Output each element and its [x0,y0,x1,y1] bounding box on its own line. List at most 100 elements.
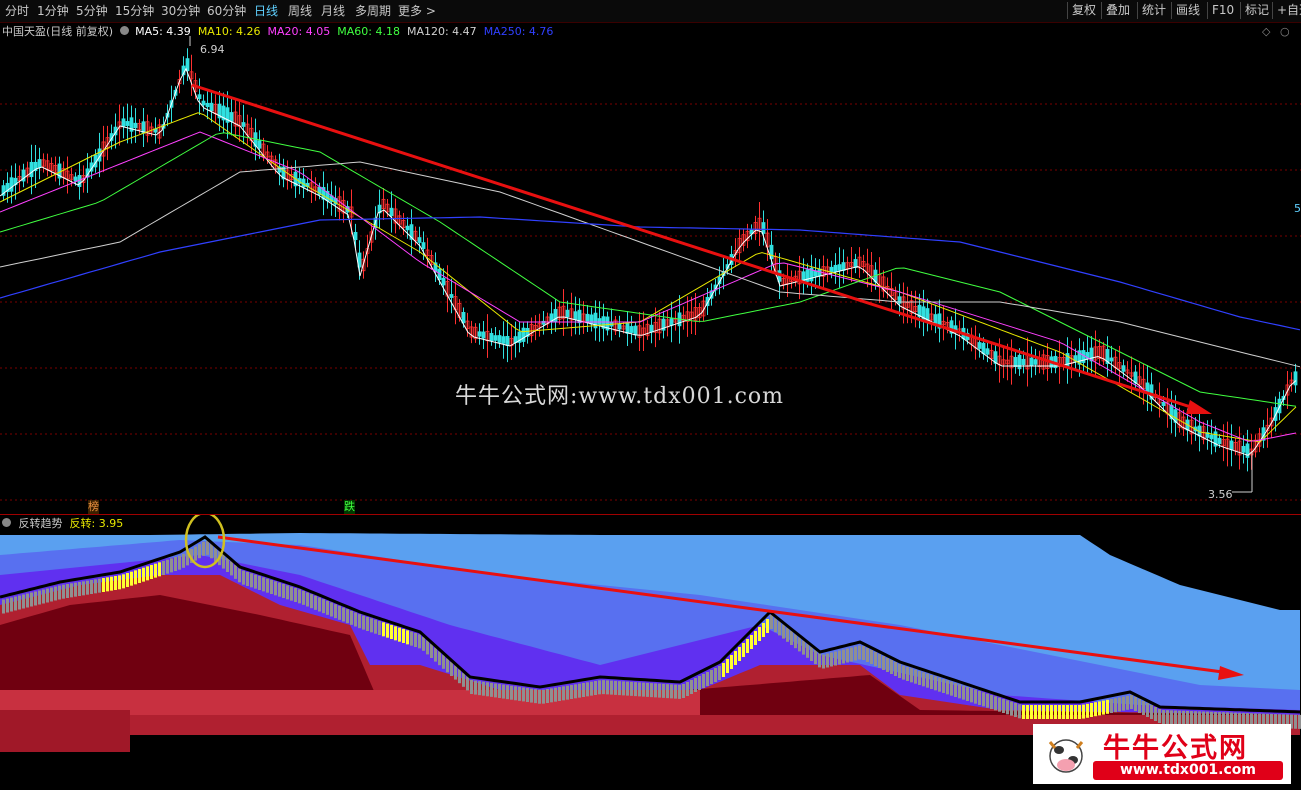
indicator-histogram-bar [846,648,849,663]
indicator-histogram-bar [1102,700,1105,715]
indicator-histogram-bar [494,683,497,698]
indicator-histogram-bar [102,578,105,592]
tab-daily[interactable]: 日线 [254,3,278,19]
indicator-histogram-bar [182,553,185,568]
mark-button[interactable]: 标记 [1240,2,1273,19]
tab-weekly[interactable]: 周线 [288,3,312,19]
indicator-histogram-bar [994,696,997,711]
tab-5min[interactable]: 5分钟 [76,3,108,19]
indicator-histogram-bar [982,692,985,707]
indicator-histogram-bar [486,682,489,697]
indicator-histogram-bar [1170,710,1173,725]
indicator-histogram-bar [978,691,981,705]
indicator-histogram-bar [2,599,5,614]
indicator-histogram-bar [830,652,833,667]
indicator-histogram-bar [90,580,93,594]
indicator-histogram-bar [10,597,13,612]
indicator-histogram-bar [870,650,873,664]
tab-1min[interactable]: 1分钟 [37,3,69,19]
indicator-histogram-bar [662,683,665,698]
indicator-histogram-bar [642,682,645,697]
indicator-histogram-bar [506,685,509,700]
indicator-histogram-bar [1114,698,1117,713]
indicator-histogram-bar [1078,705,1081,719]
tab-more[interactable]: 更多 > [398,3,436,19]
indicator-histogram-bar [986,693,989,708]
indicator-histogram-bar [78,582,81,596]
settings-circle-icon[interactable] [119,26,129,35]
indicator-histogram-bar [990,695,993,709]
indicator-histogram-bar [730,655,733,669]
indicator-histogram-bar [58,585,61,600]
tab-multi-period[interactable]: 多周期 [355,3,391,19]
indicator-histogram-bar [1042,705,1045,719]
indicator-histogram-bar [150,565,153,579]
indicator-histogram-bar [250,573,253,588]
candle-body [405,225,410,231]
indicator-histogram-bar [322,599,325,614]
tab-fenshi[interactable]: 分时 [5,3,29,19]
overlay-button[interactable]: 叠加 [1101,2,1134,19]
candle-body [629,326,634,333]
indicator-histogram-bar [1054,705,1057,719]
candle-body [553,308,558,323]
right-edge-label: 5 [1294,202,1301,215]
indicator-histogram-bar [626,681,629,696]
circle-icon[interactable]: ○ [1280,25,1290,39]
draw-line-button[interactable]: 画线 [1171,2,1204,19]
candle-body [841,262,846,271]
indicator-histogram-bar [926,673,929,688]
candle-body [1293,371,1298,386]
indicator-histogram-bar [934,676,937,691]
indicator-histogram-bar [842,649,845,664]
diamond-icon[interactable]: ◇ [1262,25,1270,39]
add-watchlist-button[interactable]: +自选 [1272,2,1301,19]
indicator-histogram-bar [646,682,649,697]
indicator-histogram-bar [326,600,329,615]
f10-button[interactable]: F10 [1207,2,1238,19]
indicator-histogram-bar [266,578,269,593]
indicator-histogram-bar [786,627,789,642]
indicator-histogram-bar [206,540,209,555]
tab-30min[interactable]: 30分钟 [161,3,200,19]
kline-chart[interactable] [0,22,1301,514]
indicator-histogram-bar [790,631,793,645]
indicator-histogram-bar [1150,705,1153,719]
indicator-histogram-bar [426,640,429,655]
indicator-histogram-bar [462,672,465,687]
indicator-histogram-bar [542,689,545,704]
candle-body [617,323,622,330]
indicator-histogram-bar [1010,701,1013,716]
indicator-histogram-bar [254,574,257,589]
indicator-histogram-bar [166,559,169,574]
indicator-histogram-bar [590,681,593,696]
fuquan-button[interactable]: 复权 [1067,2,1100,19]
indicator-histogram-bar [394,626,397,641]
indicator-legend: 反转趋势 反转: 3.95 [2,517,123,531]
ma20-label: MA20: 4.05 [267,25,331,38]
indicator-histogram-bar [526,688,529,702]
tab-60min[interactable]: 60分钟 [207,3,246,19]
indicator-histogram-bar [558,687,561,701]
indicator-histogram-bar [1062,705,1065,719]
indicator-histogram-bar [690,680,693,694]
indicator-histogram-bar [1134,697,1137,711]
indicator-histogram-bar [198,544,201,559]
indicator-histogram-bar [402,629,405,643]
indicator-histogram-bar [18,595,21,610]
candle-body [29,161,34,178]
indicator-histogram-bar [554,687,557,702]
indicator-histogram-bar [586,682,589,697]
kline-panel[interactable]: 中国天盈(日线 前复权) MA5: 4.39 MA10: 4.26 MA20: … [0,22,1301,514]
indicator-histogram-bar [774,618,777,633]
candle-body [353,231,358,241]
tab-monthly[interactable]: 月线 [321,3,345,19]
tab-15min[interactable]: 15分钟 [115,3,154,19]
indicator-histogram-bar [810,647,813,661]
indicator-histogram-bar [1174,710,1177,725]
indicator-histogram-bar [66,584,69,598]
indicator-histogram-bar [118,575,121,590]
stats-button[interactable]: 统计 [1137,2,1170,19]
indicator-settings-icon[interactable] [2,518,11,527]
candle-body [1241,445,1246,453]
